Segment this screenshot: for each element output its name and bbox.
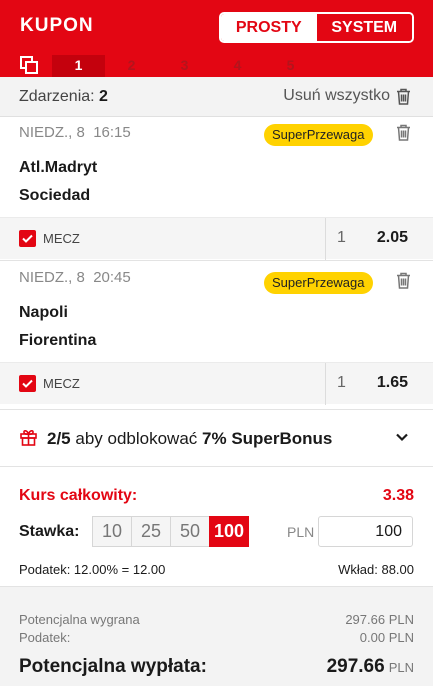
coupon-tab-5[interactable]: 5 <box>264 55 317 77</box>
bet-datetime: NIEDZ., 8 16:15 <box>19 124 131 141</box>
divider <box>325 363 326 405</box>
bet-datetime: NIEDZ., 8 20:45 <box>19 269 131 286</box>
stake-chip-50[interactable]: 50 <box>170 516 210 547</box>
home-team: Atl.Madryt <box>19 159 98 176</box>
net-stake-info: Wkład: 88.00 <box>338 562 414 577</box>
check-icon <box>22 379 33 388</box>
stake-input[interactable] <box>318 516 413 547</box>
mode-system-button[interactable]: SYSTEM <box>316 14 412 41</box>
coupon-tab-2[interactable]: 2 <box>105 55 158 77</box>
bonus-middle: aby odblokować <box>75 429 198 448</box>
home-team: Napoli <box>19 304 68 321</box>
remove-all-button[interactable]: Usuń wszystko <box>283 87 411 105</box>
total-odds-value: 3.38 <box>382 487 414 504</box>
remove-bet-icon[interactable] <box>396 272 411 289</box>
payout-value: 297.66 PLN <box>327 656 414 678</box>
potential-win-row: Potencjalna wygrana 297.66 PLN <box>19 612 414 627</box>
currency-label: PLN <box>388 612 414 627</box>
coupon-tabs: 1 2 3 4 5 <box>52 55 317 77</box>
bet-market-row: MECZ 1 1.65 <box>0 362 433 405</box>
copy-coupon-icon[interactable] <box>20 56 38 74</box>
bet-time: 16:15 <box>93 124 131 141</box>
events-count-value: 2 <box>99 88 108 105</box>
tax-info: Podatek: 12.00% = 12.00 <box>19 562 166 577</box>
bet-item: NIEDZ., 8 16:15 SuperPrzewaga Atl.Madryt… <box>0 117 433 261</box>
trash-icon <box>397 88 410 105</box>
away-team: Sociedad <box>19 187 91 204</box>
coupon-tab-1[interactable]: 1 <box>52 55 105 77</box>
events-label: Zdarzenia: <box>19 88 95 105</box>
potential-win-label: Potencjalna wygrana <box>19 612 140 627</box>
coupon-header: KUPON PROSTY SYSTEM 1 2 3 4 5 <box>0 0 433 77</box>
stake-chip-25[interactable]: 25 <box>131 516 171 547</box>
summary-tax-row: Podatek: 0.00 PLN <box>19 630 414 645</box>
coupon-title: KUPON <box>20 15 94 36</box>
mode-simple-button[interactable]: PROSTY <box>221 14 317 41</box>
away-team: Fiorentina <box>19 332 97 349</box>
currency-label: PLN <box>287 524 315 540</box>
payout-amount: 297.66 <box>326 656 385 677</box>
currency-label: PLN <box>388 660 414 675</box>
bet-time: 20:45 <box>93 269 131 286</box>
bet-date: NIEDZ., 8 <box>19 269 85 286</box>
bet-checkbox[interactable] <box>19 375 36 392</box>
payout-label: Potencjalna wypłata: <box>19 656 207 677</box>
bonus-progress: 2/5 <box>47 429 71 448</box>
superprzewaga-badge: SuperPrzewaga <box>264 272 373 294</box>
currency-label: PLN <box>388 630 414 645</box>
gift-icon <box>20 430 37 446</box>
market-label: MECZ <box>43 231 80 246</box>
odds-value: 1.65 <box>376 374 408 391</box>
events-bar: Zdarzenia: 2 Usuń wszystko <box>0 77 433 117</box>
summary-tax-value: 0.00 PLN <box>360 630 414 645</box>
superprzewaga-badge: SuperPrzewaga <box>264 124 373 146</box>
bet-date: NIEDZ., 8 <box>19 124 85 141</box>
summary-tax-label: Podatek: <box>19 630 71 645</box>
bet-checkbox[interactable] <box>19 230 36 247</box>
total-odds-label: Kurs całkowity: <box>19 487 138 504</box>
market-label: MECZ <box>43 376 80 391</box>
odds-value: 2.05 <box>376 229 408 246</box>
bet-market-row: MECZ 1 2.05 <box>0 217 433 260</box>
check-icon <box>22 234 33 243</box>
outcome-label: 1 <box>337 374 346 391</box>
stake-chips: 10 25 50 100 <box>92 516 249 547</box>
bet-item: NIEDZ., 8 20:45 SuperPrzewaga Napoli Fio… <box>0 262 433 410</box>
chevron-down-icon[interactable] <box>395 430 409 444</box>
summary-tax-amount: 0.00 <box>359 630 386 645</box>
potential-win-amount: 297.66 <box>345 612 386 627</box>
stake-section: Kurs całkowity: 3.38 Stawka: 10 25 50 10… <box>0 467 433 587</box>
stake-label: Stawka: <box>19 523 80 540</box>
summary-section: Potencjalna wygrana 297.66 PLN Podatek: … <box>0 587 433 686</box>
superbonus-text: 2/5 aby odblokować 7% SuperBonus <box>47 429 332 449</box>
divider <box>325 218 326 260</box>
remove-bet-icon[interactable] <box>396 124 411 141</box>
stake-chip-100[interactable]: 100 <box>209 516 249 547</box>
outcome-label: 1 <box>337 229 346 246</box>
superbonus-row[interactable]: 2/5 aby odblokować 7% SuperBonus <box>0 410 433 467</box>
coupon-tab-4[interactable]: 4 <box>211 55 264 77</box>
potential-win-value: 297.66 PLN <box>345 612 414 627</box>
stake-chip-10[interactable]: 10 <box>92 516 132 547</box>
bet-mode-toggle: PROSTY SYSTEM <box>219 12 414 43</box>
remove-all-label: Usuń wszystko <box>283 87 390 104</box>
coupon-tab-3[interactable]: 3 <box>158 55 211 77</box>
bonus-reward: 7% SuperBonus <box>202 429 333 448</box>
events-count: Zdarzenia: 2 <box>19 88 108 106</box>
